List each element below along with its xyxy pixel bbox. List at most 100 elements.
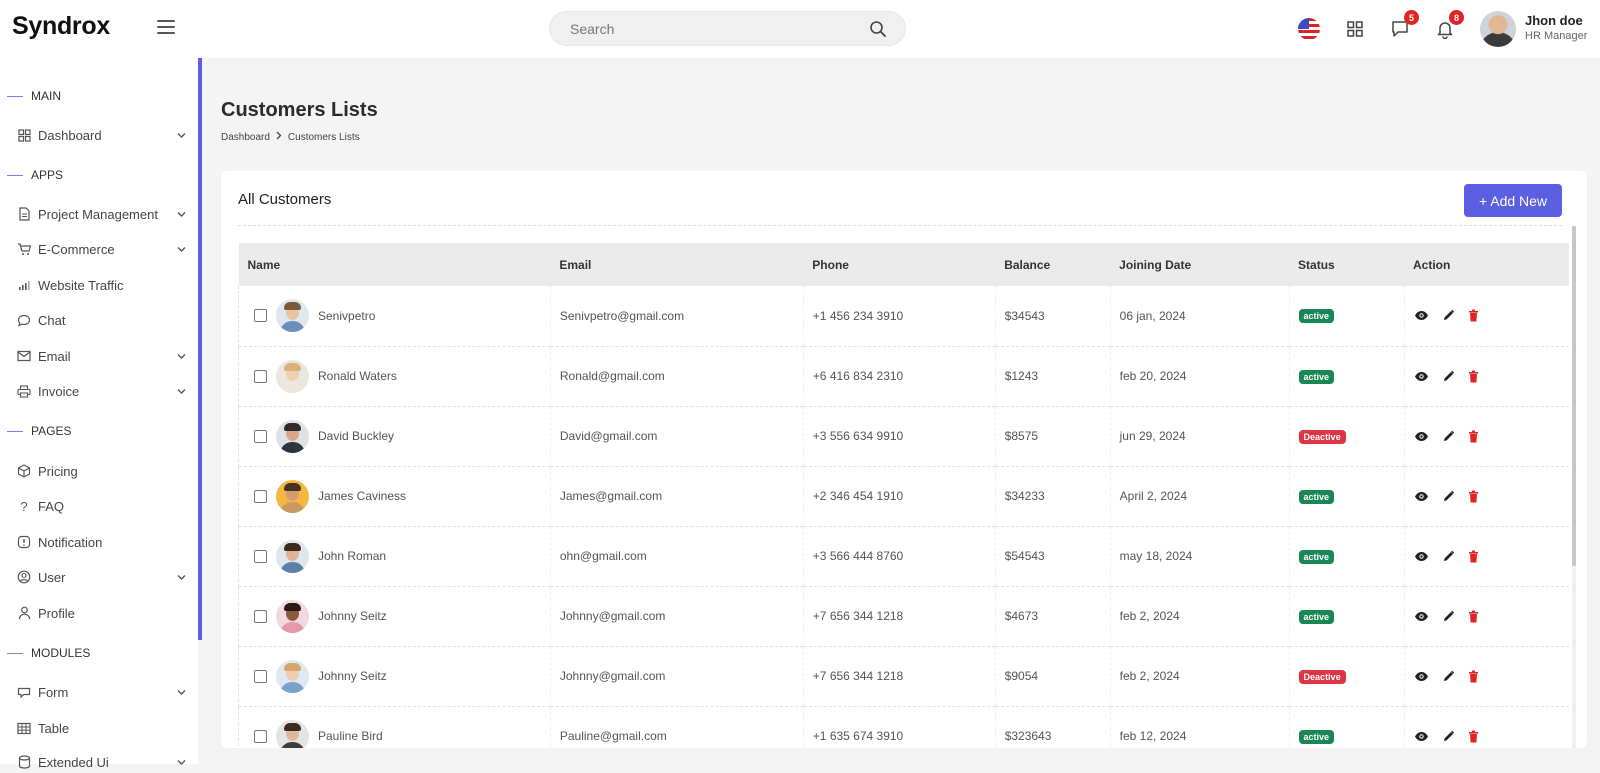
customer-name[interactable]: James Caviness — [318, 489, 406, 503]
row-checkbox[interactable] — [254, 309, 267, 323]
sidebar-item-profile[interactable]: Profile — [17, 602, 187, 624]
sidebar-item-label: Dashboard — [38, 127, 102, 143]
sidebar-item-email[interactable]: Email — [17, 345, 187, 367]
delete-trash-icon[interactable] — [1468, 610, 1479, 623]
add-new-button[interactable]: + Add New — [1464, 184, 1562, 217]
edit-pencil-icon[interactable] — [1442, 730, 1455, 743]
sidebar-item-website-traffic[interactable]: Website Traffic — [17, 274, 187, 296]
column-header-joining-date[interactable]: Joining Date — [1110, 243, 1289, 286]
view-eye-icon[interactable] — [1414, 551, 1429, 562]
cell-status: active — [1288, 586, 1404, 646]
view-eye-icon[interactable] — [1414, 671, 1429, 682]
customer-name[interactable]: Johnny Seitz — [318, 609, 387, 623]
delete-trash-icon[interactable] — [1468, 309, 1479, 322]
breadcrumb-link-dashboard[interactable]: Dashboard — [221, 132, 270, 143]
scrollbar-thumb[interactable] — [1572, 226, 1576, 566]
row-checkbox[interactable] — [254, 609, 267, 623]
sidebar-item-pricing[interactable]: Pricing — [17, 460, 187, 482]
hamburger-menu-icon[interactable] — [157, 20, 175, 36]
avatar[interactable] — [276, 539, 309, 573]
avatar[interactable] — [276, 599, 309, 633]
avatar[interactable] — [276, 359, 309, 393]
avatar[interactable] — [276, 479, 309, 513]
user-name[interactable]: Jhon doe — [1525, 13, 1583, 28]
search-icon[interactable] — [869, 20, 887, 43]
edit-pencil-icon[interactable] — [1442, 550, 1455, 563]
table-row[interactable]: Johnny Seitz Johnny@gmail.com +7 656 344 1… — [238, 646, 1569, 706]
customer-name[interactable]: Senivpetro — [318, 309, 375, 323]
sidebar-item-form[interactable]: Form — [17, 681, 187, 703]
sidebar-item-user[interactable]: User — [17, 566, 187, 588]
sidebar-item-e-commerce[interactable]: E-Commerce — [17, 238, 187, 260]
avatar[interactable] — [276, 419, 309, 453]
table-row[interactable]: Ronald Waters Ronald@gmail.com +6 416 834 … — [238, 346, 1569, 406]
avatar[interactable] — [276, 659, 309, 693]
customer-name[interactable]: Ronald Waters — [318, 369, 397, 383]
search-input[interactable] — [550, 12, 840, 45]
edit-pencil-icon[interactable] — [1442, 430, 1455, 443]
cell-action — [1403, 286, 1569, 346]
column-header-status[interactable]: Status — [1289, 243, 1404, 286]
delete-trash-icon[interactable] — [1468, 730, 1479, 743]
table-row[interactable]: James Caviness James@gmail.com +2 346 454 … — [238, 466, 1569, 526]
delete-trash-icon[interactable] — [1468, 550, 1479, 563]
edit-pencil-icon[interactable] — [1442, 309, 1455, 322]
delete-trash-icon[interactable] — [1468, 430, 1479, 443]
delete-trash-icon[interactable] — [1468, 370, 1479, 383]
sidebar-item-project-management[interactable]: Project Management — [17, 203, 187, 225]
messages-icon[interactable]: 5 — [1388, 10, 1419, 41]
sidebar-item-invoice[interactable]: Invoice — [17, 380, 187, 402]
user-avatar[interactable] — [1480, 11, 1516, 47]
brand-logo[interactable]: Syndrox — [12, 12, 110, 41]
sidebar-item-table[interactable]: Table — [17, 717, 187, 739]
customer-name[interactable]: Johnny Seitz — [318, 669, 387, 683]
column-header-balance[interactable]: Balance — [995, 243, 1110, 286]
sidebar-item-faq[interactable]: ? FAQ — [17, 495, 187, 517]
view-eye-icon[interactable] — [1414, 611, 1429, 622]
notifications-bell-icon[interactable]: 8 — [1433, 10, 1464, 41]
table-row[interactable]: Johnny Seitz Johnny@gmail.com +7 656 344 1… — [238, 586, 1569, 646]
sidebar-item-label: Extended Ui — [38, 754, 109, 770]
sidebar-item-notification[interactable]: Notification — [17, 531, 187, 553]
view-eye-icon[interactable] — [1414, 310, 1429, 321]
table-row[interactable]: John Roman ohn@gmail.com +3 566 444 8760 $5… — [238, 526, 1569, 586]
edit-pencil-icon[interactable] — [1442, 370, 1455, 383]
view-eye-icon[interactable] — [1414, 371, 1429, 382]
row-checkbox[interactable] — [254, 489, 267, 503]
table-scrollbar[interactable] — [1572, 226, 1576, 748]
row-checkbox[interactable] — [254, 669, 267, 683]
row-checkbox[interactable] — [254, 549, 267, 563]
us-flag-icon[interactable] — [1298, 18, 1320, 40]
chevron-right-icon — [275, 131, 283, 143]
cell-status: active — [1288, 346, 1404, 406]
cell-name: Ronald Waters — [238, 346, 551, 406]
edit-pencil-icon[interactable] — [1442, 610, 1455, 623]
avatar[interactable] — [276, 719, 309, 748]
table-row[interactable]: David Buckley David@gmail.com +3 556 634 9… — [238, 406, 1569, 466]
view-eye-icon[interactable] — [1414, 431, 1429, 442]
table-row[interactable]: Pauline Bird Pauline@gmail.com +1 635 674 … — [238, 706, 1569, 748]
row-checkbox[interactable] — [254, 429, 267, 443]
row-checkbox[interactable] — [254, 729, 267, 743]
delete-trash-icon[interactable] — [1468, 670, 1479, 683]
apps-grid-icon[interactable] — [1343, 17, 1367, 41]
column-header-phone[interactable]: Phone — [803, 243, 995, 286]
avatar[interactable] — [276, 299, 309, 333]
delete-trash-icon[interactable] — [1468, 490, 1479, 503]
view-eye-icon[interactable] — [1414, 491, 1429, 502]
chevron-down-icon — [176, 129, 187, 144]
customer-name[interactable]: John Roman — [318, 549, 386, 563]
sidebar-item-extended-ui[interactable]: Extended Ui — [17, 751, 187, 773]
sidebar-item-chat[interactable]: Chat — [17, 309, 187, 331]
column-header-name[interactable]: Name — [239, 243, 551, 286]
sidebar-scroll-rail[interactable] — [198, 58, 202, 640]
column-header-email[interactable]: Email — [550, 243, 803, 286]
edit-pencil-icon[interactable] — [1442, 490, 1455, 503]
table-row[interactable]: Senivpetro Senivpetro@gmail.com +1 456 234… — [238, 286, 1569, 346]
sidebar-item-dashboard[interactable]: Dashboard — [17, 124, 187, 146]
view-eye-icon[interactable] — [1414, 731, 1429, 742]
customer-name[interactable]: David Buckley — [318, 429, 394, 443]
row-checkbox[interactable] — [254, 369, 267, 383]
edit-pencil-icon[interactable] — [1442, 670, 1455, 683]
customer-name[interactable]: Pauline Bird — [318, 729, 383, 743]
